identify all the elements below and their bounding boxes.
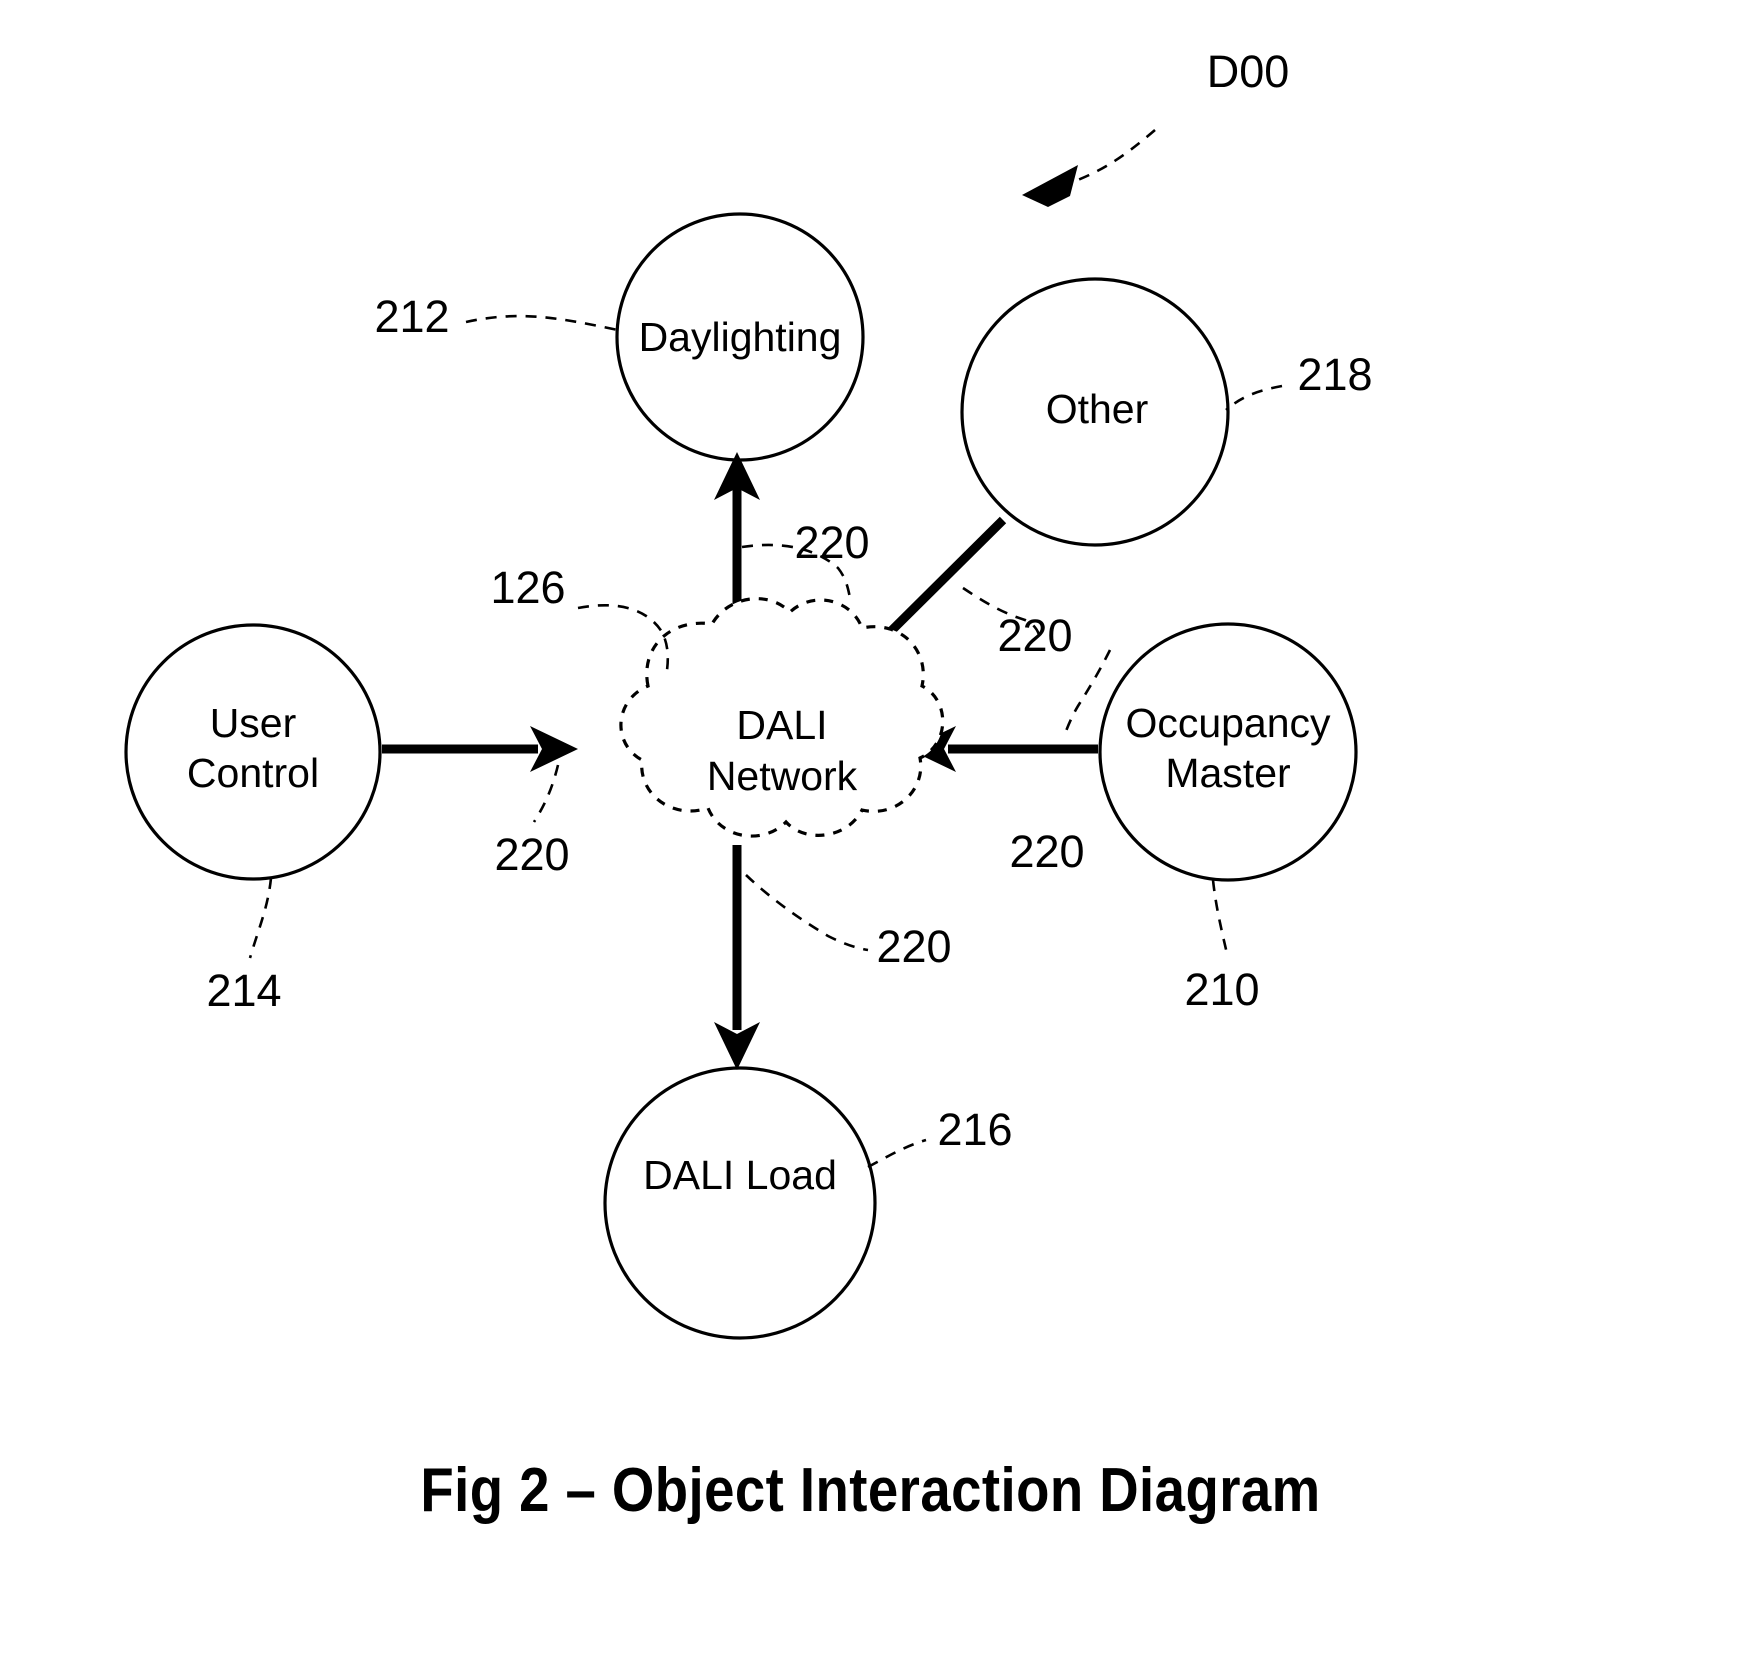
ref-label-216: 216 (937, 1104, 1012, 1155)
node-dali-network-label-line2: Network (707, 753, 858, 799)
ref-label-220-daliload: 220 (876, 921, 951, 972)
node-occupancy-master-label-line2: Master (1165, 750, 1290, 796)
ref-label-218: 218 (1297, 349, 1372, 400)
ref-label-220-occupancy: 220 (1009, 826, 1084, 877)
node-dali-load[interactable]: DALI Load (603, 1066, 877, 1340)
node-user-control-label-line1: User (210, 700, 297, 746)
node-user-control-label-line2: Control (187, 750, 319, 796)
ref-label-220-other: 220 (997, 610, 1072, 661)
connection-network-daliload[interactable] (714, 845, 760, 1070)
node-other-label: Other (1046, 386, 1149, 432)
ref-label-212: 212 (374, 291, 449, 342)
figure-caption: Fig 2 – Object Interaction Diagram (420, 1456, 1321, 1525)
node-daylighting-label: Daylighting (639, 314, 842, 360)
leader-218 (1225, 384, 1283, 411)
node-daylighting[interactable]: Daylighting (615, 212, 865, 462)
ref-label-126: 126 (490, 562, 565, 613)
leader-210 (1211, 879, 1230, 959)
leader-216 (867, 1138, 927, 1169)
node-other[interactable]: Other (960, 277, 1230, 547)
node-dali-load-label: DALI Load (643, 1152, 837, 1198)
leader-214 (248, 877, 273, 959)
node-user-control[interactable]: User Control (124, 623, 382, 881)
leader-220-usercontrol (532, 764, 560, 823)
ref-label-220-daylighting: 220 (794, 517, 869, 568)
leader-220-daliload (745, 874, 869, 952)
ref-label-210: 210 (1184, 964, 1259, 1015)
figure-ref-label: D00 (1207, 46, 1290, 97)
figure-container: D00 Daylighting 212 Other 218 User Contr… (0, 0, 1741, 1673)
node-occupancy-master-label-line1: Occupancy (1125, 700, 1331, 746)
ref-label-220-usercontrol: 220 (494, 829, 569, 880)
node-dali-network[interactable]: DALI Network (619, 597, 945, 838)
node-dali-network-label-line1: DALI (736, 702, 827, 748)
node-occupancy-master[interactable]: Occupancy Master (1098, 622, 1358, 882)
connection-usercontrol-network[interactable] (382, 726, 578, 772)
figure-ref-leader (1022, 129, 1156, 207)
object-interaction-diagram: D00 Daylighting 212 Other 218 User Contr… (124, 46, 1373, 1340)
leader-212 (465, 314, 619, 332)
ref-label-214: 214 (206, 965, 281, 1016)
